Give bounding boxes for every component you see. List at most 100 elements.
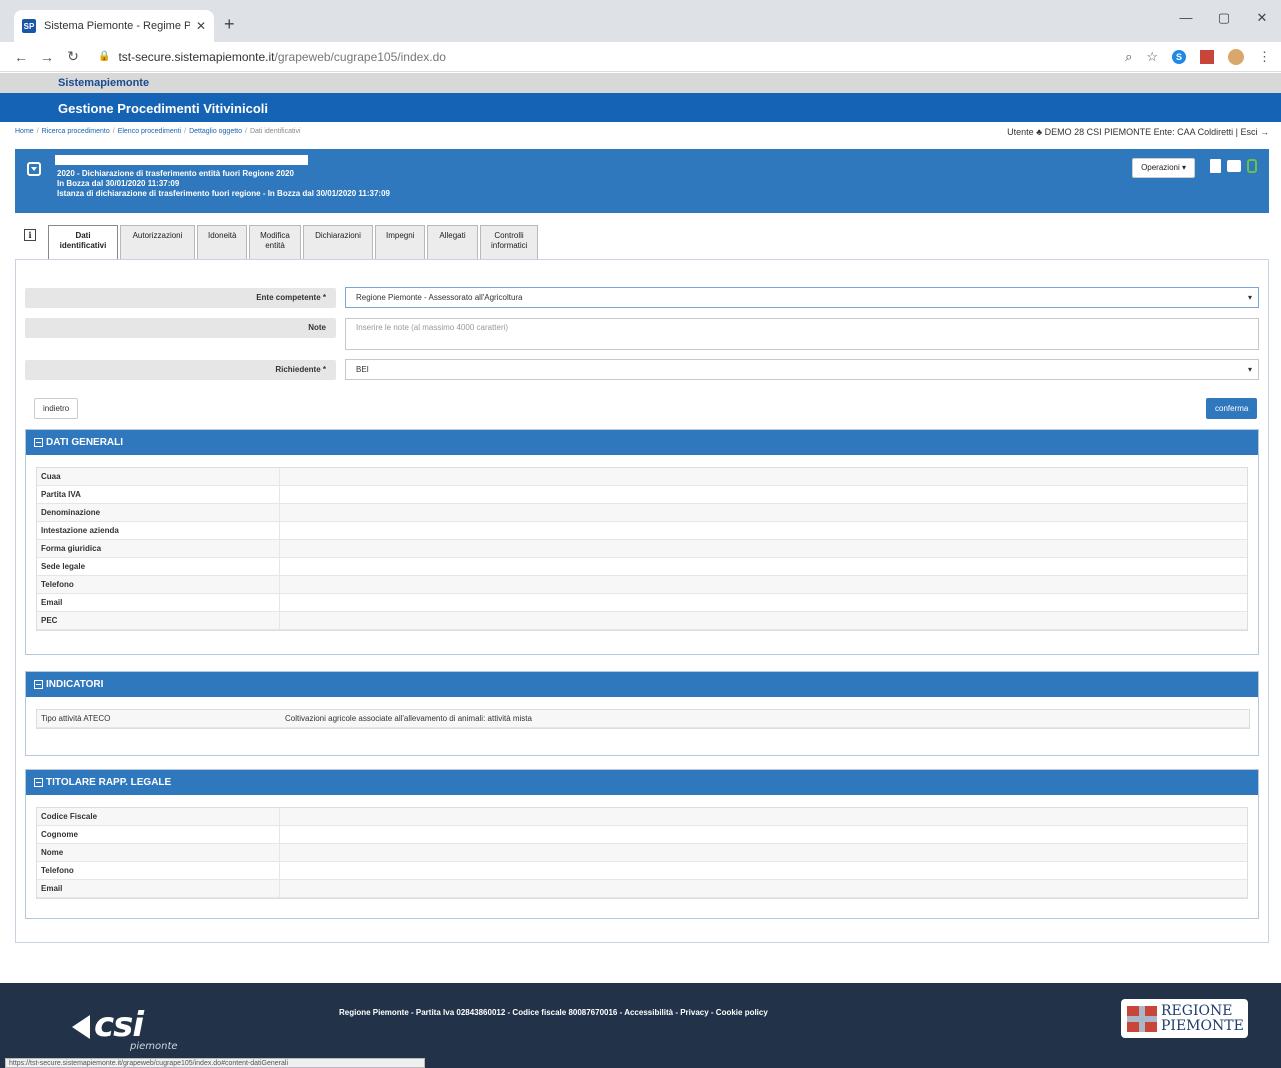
- address-bar: ← → ↻ 🔒 tst-secure.sistemapiemonte.it/gr…: [0, 42, 1281, 72]
- object-instance: Istanza di dichiarazione di trasferiment…: [57, 189, 390, 198]
- regione-line2: PIEMONTE: [1161, 1017, 1244, 1034]
- table-row: Email: [37, 880, 1247, 898]
- breadcrumb-elenco[interactable]: Elenco procedimenti: [118, 128, 181, 135]
- titolare-table: Codice Fiscale Cognome Nome Telefono Ema…: [36, 807, 1248, 899]
- row-label: Cuaa: [41, 472, 61, 481]
- collapse-icon: [34, 680, 43, 689]
- site-favicon-icon: SP: [22, 19, 36, 33]
- bookmark-star-icon[interactable]: ☆: [1146, 49, 1158, 65]
- section-title: INDICATORI: [46, 679, 104, 690]
- unlock-icon[interactable]: [1247, 159, 1257, 173]
- back-icon[interactable]: ←: [8, 49, 34, 65]
- page-tabs: Dati identificativi Autorizzazioni Idone…: [48, 225, 540, 261]
- row-label: Telefono: [41, 580, 74, 589]
- redacted-block: [55, 155, 308, 165]
- maximize-icon[interactable]: ▢: [1205, 10, 1243, 26]
- indietro-button[interactable]: indietro: [34, 398, 79, 419]
- row-label: Cognome: [41, 830, 78, 839]
- document-icon[interactable]: [1210, 159, 1221, 173]
- zoom-icon[interactable]: ⌕: [1125, 49, 1132, 65]
- note-textarea[interactable]: Inserire le note (al massimo 4000 caratt…: [345, 318, 1259, 350]
- table-row: PEC: [37, 612, 1247, 630]
- url-field[interactable]: 🔒 tst-secure.sistemapiemonte.it/grapeweb…: [98, 50, 1125, 64]
- close-window-icon[interactable]: ✕: [1243, 10, 1281, 26]
- tab-impegni[interactable]: Impegni: [375, 225, 425, 259]
- breadcrumb-current: Dati identificativi: [249, 128, 301, 135]
- tab-dati-identificativi[interactable]: Dati identificativi: [48, 225, 118, 261]
- tab-autorizzazioni[interactable]: Autorizzazioni: [120, 225, 195, 259]
- operazioni-button[interactable]: Operazioni ▾: [1132, 158, 1195, 178]
- row-label: Nome: [41, 848, 64, 857]
- menu-dots-icon[interactable]: ⋮: [1258, 49, 1271, 65]
- row-label: Denominazione: [41, 508, 101, 517]
- table-row: Tipo attività ATECO Coltivazioni agricol…: [37, 710, 1249, 728]
- browser-tab[interactable]: SP Sistema Piemonte - Regime Paga ✕: [14, 10, 214, 42]
- regione-logo-text: REGIONE PIEMONTE: [1161, 1003, 1244, 1034]
- tab-modifica-entita[interactable]: Modifica entità: [249, 225, 301, 259]
- table-row: Cognome: [37, 826, 1247, 844]
- info-icon[interactable]: i: [24, 229, 36, 241]
- pdf-extension-icon[interactable]: [1200, 49, 1214, 64]
- regione-piemonte-logo[interactable]: REGIONE PIEMONTE: [1121, 999, 1248, 1038]
- tab-label: Dichiarazioni: [315, 231, 361, 240]
- site-top-title[interactable]: Sistemapiemonte: [58, 77, 149, 89]
- object-header: 2020 - Dichiarazione di trasferimento en…: [15, 149, 1269, 213]
- collapse-icon: [34, 778, 43, 787]
- tab-controlli-informatici[interactable]: Controlli informatici: [480, 225, 538, 259]
- richiedente-select[interactable]: BEI ▾: [345, 359, 1259, 380]
- ente-value: Regione Piemonte - Assessorato all'Agric…: [356, 293, 523, 302]
- row-value: Coltivazioni agricole associate all'alle…: [285, 714, 532, 723]
- table-row: Telefono: [37, 862, 1247, 880]
- tab-allegati[interactable]: Allegati: [427, 225, 478, 259]
- tab-title: Sistema Piemonte - Regime Paga: [44, 20, 190, 32]
- table-row: Cuaa: [37, 468, 1247, 486]
- section-header[interactable]: INDICATORI: [26, 672, 1258, 697]
- section-dati-generali: DATI GENERALI Cuaa Partita IVA Denominaz…: [25, 429, 1259, 655]
- close-tab-icon[interactable]: ✕: [196, 19, 206, 33]
- dati-generali-table: Cuaa Partita IVA Denominazione Intestazi…: [36, 467, 1248, 631]
- breadcrumb-dettaglio[interactable]: Dettaglio oggetto: [189, 128, 242, 135]
- footer-links[interactable]: Regione Piemonte - Partita Iva 028438600…: [339, 1008, 768, 1017]
- url-host: tst-secure.sistemapiemonte.it: [118, 49, 275, 64]
- section-header[interactable]: TITOLARE RAPP. LEGALE: [26, 770, 1258, 795]
- print-icon[interactable]: [1227, 160, 1241, 172]
- forward-icon[interactable]: →: [34, 49, 60, 65]
- breadcrumb: Home / Ricerca procedimento / Elenco procedi…: [15, 128, 301, 135]
- table-row: Partita IVA: [37, 486, 1247, 504]
- ente-label: Ente competente *: [25, 288, 336, 308]
- collapse-toggle-icon[interactable]: [27, 162, 41, 176]
- new-tab-icon[interactable]: +: [224, 14, 235, 35]
- richiedente-label: Richiedente *: [25, 360, 336, 380]
- tab-dichiarazioni[interactable]: Dichiarazioni: [303, 225, 373, 259]
- breadcrumb-home[interactable]: Home: [15, 128, 34, 135]
- row-label: Telefono: [41, 866, 74, 875]
- table-row: Sede legale: [37, 558, 1247, 576]
- regione-cross-icon: [1127, 1005, 1157, 1032]
- object-title: 2020 - Dichiarazione di trasferimento en…: [57, 169, 294, 178]
- conferma-button[interactable]: conferma: [1206, 398, 1258, 419]
- table-row: Email: [37, 594, 1247, 612]
- table-row: Denominazione: [37, 504, 1247, 522]
- table-row: Forma giuridica: [37, 540, 1247, 558]
- row-label: Partita IVA: [41, 490, 81, 499]
- csi-logo-sub: piemonte: [130, 1041, 178, 1052]
- csi-logo-text: csi: [94, 1005, 144, 1045]
- reload-icon[interactable]: ↻: [60, 48, 86, 65]
- window-controls: — ▢ ✕: [1167, 10, 1281, 26]
- user-info[interactable]: Utente ♣ DEMO 28 CSI PIEMONTE Ente: CAA …: [1007, 127, 1269, 137]
- csi-logo[interactable]: csi piemonte: [72, 1005, 178, 1052]
- row-label: PEC: [41, 616, 58, 625]
- breadcrumb-ricerca[interactable]: Ricerca procedimento: [42, 128, 110, 135]
- row-label: Tipo attività ATECO: [41, 714, 111, 723]
- tab-label: Allegati: [439, 231, 466, 240]
- ente-select[interactable]: Regione Piemonte - Assessorato all'Agric…: [345, 287, 1259, 308]
- browser-titlebar: SP Sistema Piemonte - Regime Paga ✕ + — …: [0, 0, 1281, 42]
- object-status: In Bozza dal 30/01/2020 11:37:09: [57, 179, 180, 188]
- minimize-icon[interactable]: —: [1167, 10, 1205, 26]
- tab-idoneita[interactable]: Idoneità: [197, 225, 247, 259]
- app-title: Gestione Procedimenti Vitivinicoli: [58, 101, 268, 116]
- section-header[interactable]: DATI GENERALI: [26, 430, 1258, 455]
- skype-extension-icon[interactable]: S: [1172, 49, 1186, 64]
- profile-avatar-icon[interactable]: [1228, 48, 1244, 65]
- richiedente-value: BEI: [356, 365, 369, 374]
